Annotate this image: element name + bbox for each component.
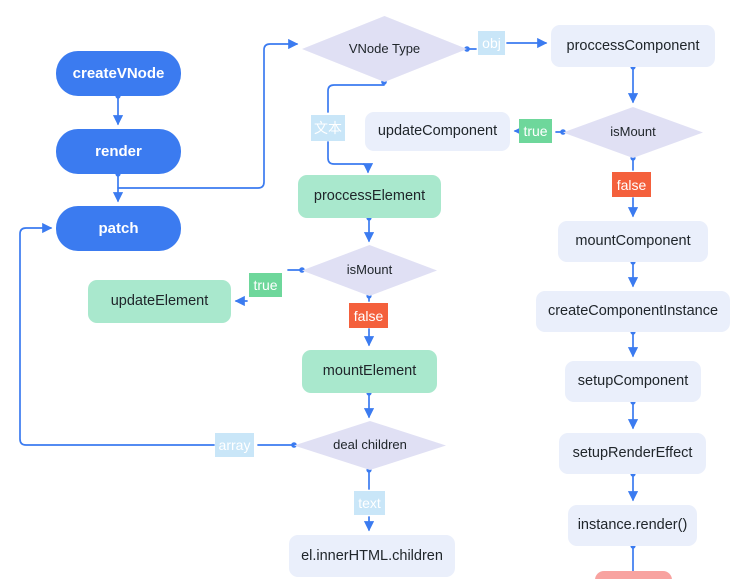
node-proccess-element[interactable]: proccessElement [298,175,441,218]
node-setup-component[interactable]: setupComponent [565,361,701,402]
node-bottom-cutoff[interactable] [595,571,672,579]
node-mount-component[interactable]: mountComponent [558,221,708,262]
node-label: instance.render() [577,517,688,534]
node-label: setupRenderEffect [572,445,693,462]
edge-label-text: true [523,123,548,139]
node-label: createComponentInstance [547,303,719,320]
node-create-component-instance[interactable]: createComponentInstance [536,291,730,332]
node-label: isMount [610,124,656,140]
node-label: setupComponent [577,373,689,390]
edge-label-text: text [358,495,381,511]
edge-label-wenben-text: 文本 [311,115,345,141]
flowchart-canvas: createVNode render patch VNode Type proc… [0,0,732,579]
edge-label-text: text [354,491,385,515]
node-label: createVNode [72,64,165,82]
edge-label-text: false [616,176,647,193]
node-render[interactable]: render [56,129,181,174]
node-update-component[interactable]: updateComponent [365,112,510,151]
node-label: updateElement [110,293,209,310]
node-el-inner-html-children[interactable]: el.innerHTML.children [289,535,455,577]
node-label: mountElement [322,363,417,380]
node-mount-element[interactable]: mountElement [302,350,437,393]
node-is-mount-component[interactable]: isMount [563,107,703,158]
node-label: mountComponent [575,233,691,250]
edge-label-text: false [353,307,384,324]
node-deal-children[interactable]: deal children [294,421,446,470]
edge-label-false-element: false [349,303,388,328]
node-label: isMount [346,262,393,278]
edge-label-false-component: false [612,172,651,197]
node-vnode-type[interactable]: VNode Type [302,16,467,82]
edge-label-true-element: true [249,273,282,297]
node-label: render [95,142,142,160]
edge-label-array: array [215,433,254,457]
node-create-vnode[interactable]: createVNode [56,51,181,96]
node-label: updateComponent [377,123,498,140]
edge-label-true-component: true [519,119,552,143]
node-label: patch [98,219,139,237]
node-label: VNode Type [348,40,421,56]
edge-label-text: true [253,277,278,293]
edge-label-text: 文本 [314,120,342,136]
node-label: el.innerHTML.children [301,547,443,564]
node-patch[interactable]: patch [56,206,181,251]
node-update-element[interactable]: updateElement [88,280,231,323]
edge-label-text: array [218,437,251,453]
node-label: deal children [333,437,407,453]
node-proccess-component[interactable]: proccessComponent [551,25,715,67]
edge-label-text: obj [482,35,501,51]
edge-label-obj: obj [478,31,505,55]
node-is-mount-element[interactable]: isMount [302,245,437,296]
node-setup-render-effect[interactable]: setupRenderEffect [559,433,706,474]
node-label: proccessElement [313,188,426,205]
node-label: proccessComponent [566,37,700,54]
node-instance-render[interactable]: instance.render() [568,505,697,546]
